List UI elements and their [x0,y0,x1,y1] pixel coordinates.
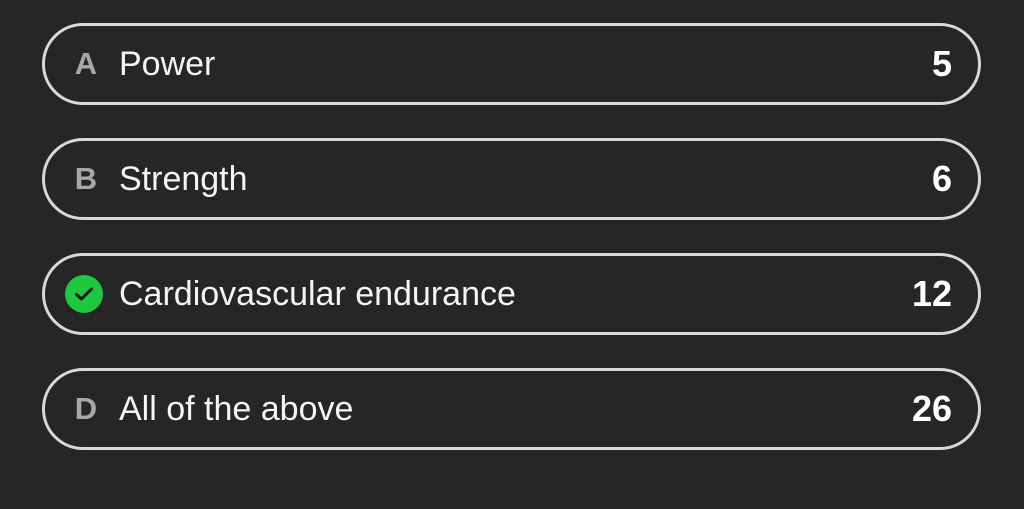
option-marker [65,275,103,313]
option-letter: A [74,46,98,81]
vote-count: 6 [931,158,952,199]
option-marker: D [69,390,103,428]
option-label: Cardiovascular endurance [119,274,516,313]
vote-count: 5 [931,43,952,84]
check-circle-icon [65,275,103,313]
option-letter: B [74,161,98,196]
option-b[interactable]: B Strength 6 [42,138,981,220]
vote-count: 12 [911,273,952,314]
option-d[interactable]: D All of the above 26 [42,368,981,450]
option-c[interactable]: Cardiovascular endurance 12 [42,253,981,335]
option-letter: D [74,391,98,426]
vote-count: 26 [911,388,952,429]
option-label: All of the above [119,389,354,428]
option-a[interactable]: A Power 5 [42,23,981,105]
option-marker: B [69,160,103,198]
option-label: Power [119,44,216,83]
answer-options: A Power 5 B Strength 6 Cardiovascular en… [42,23,981,483]
option-marker: A [69,45,103,83]
option-label: Strength [119,159,248,198]
